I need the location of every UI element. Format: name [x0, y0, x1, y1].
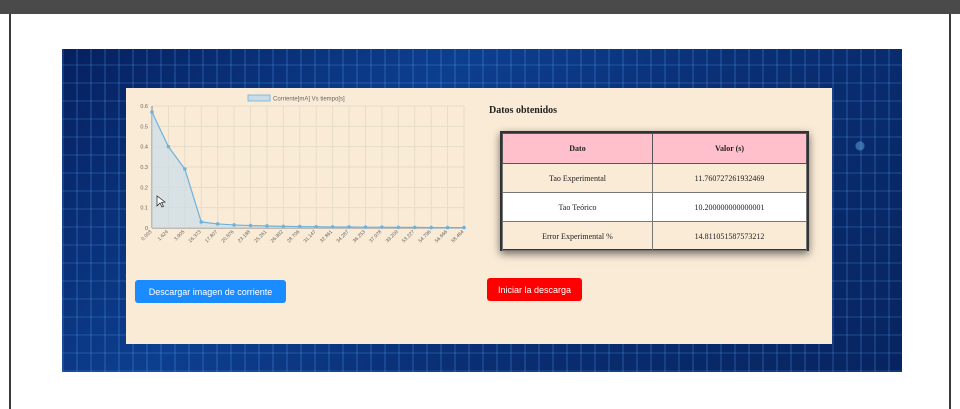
x-tick-label: 26.992: [270, 229, 285, 244]
results-table-box: Dato Valor (s) Tao Experimental 11.76072…: [500, 131, 809, 251]
data-point: [265, 224, 269, 228]
x-tick-label: 20.876: [220, 229, 235, 244]
header-dato: Dato: [502, 133, 653, 164]
x-tick-label: 1.624: [157, 229, 170, 242]
x-tick-label: 36.253: [352, 229, 367, 244]
row-value: 14.811051587573212: [652, 221, 807, 251]
legend-swatch: [247, 94, 271, 102]
chart-svg: 00.10.20.30.40.50.60.003 1.624 3.905 16.373…: [140, 94, 466, 244]
data-point: [445, 225, 450, 230]
data-point: [363, 225, 368, 229]
x-tick-label: 54.796: [418, 229, 433, 244]
header-valor: Valor (s): [652, 133, 807, 164]
x-tick-label: 56.666: [434, 229, 449, 244]
table-row: Tao Experimental 11.760727261932469: [502, 163, 807, 193]
x-tick-label: 0.003: [140, 229, 153, 242]
start-download-button[interactable]: Iniciar la descarga: [487, 278, 582, 301]
data-point: [396, 225, 401, 230]
row-value: 11.760727261932469: [652, 163, 807, 193]
data-point: [412, 225, 417, 230]
data-point: [429, 225, 433, 230]
x-tick-label: 32.861: [319, 229, 334, 244]
x-tick-label: 37.978: [368, 229, 383, 244]
data-point: [380, 225, 384, 229]
x-tick-label: 58.464: [450, 229, 465, 244]
x-tick-label: 17.807: [204, 229, 219, 244]
row-label: Tao Experimental: [502, 163, 653, 193]
x-tick-label: 31.147: [303, 229, 318, 244]
data-point: [314, 224, 319, 229]
download-image-button[interactable]: Descargar imagen de corriente: [135, 280, 286, 303]
x-tick-label: 34.287: [335, 229, 350, 244]
row-value: 10.200000000000001: [652, 192, 807, 222]
y-tick-label: 0.5: [140, 124, 148, 130]
data-point: [347, 225, 351, 229]
data-point: [150, 110, 154, 114]
x-tick-label: 16.373: [188, 229, 203, 244]
x-tick-label: 53.227: [401, 229, 416, 244]
top-bar: [0, 0, 960, 14]
y-tick-label: 0.6: [140, 104, 148, 110]
x-tick-label: 25.261: [253, 229, 268, 244]
info-title: Datos obtenidos: [489, 105, 558, 116]
data-point: [281, 224, 286, 229]
table-row: Error Experimental % 14.811051587573212: [502, 221, 807, 251]
x-tick-label: 28.706: [286, 229, 301, 244]
row-label: Error Experimental %: [502, 221, 653, 251]
data-point: [183, 167, 187, 171]
data-point: [199, 220, 204, 224]
series-area: [152, 112, 464, 228]
data-point: [462, 225, 466, 230]
data-point: [232, 223, 236, 227]
row-label: Tao Teórico: [502, 192, 653, 222]
x-tick-label: 3.905: [173, 229, 186, 242]
x-tick-label: 23.188: [237, 229, 252, 244]
x-tick-label: 39.209: [385, 229, 400, 244]
y-tick-label: 0.4: [140, 145, 148, 151]
current-chart: 0 0.1 0.2 0.3 0.4 0.5 0.6 0.003 1.624 3.905 16.373…: [130, 92, 470, 262]
data-point: [248, 223, 253, 228]
results-table: Dato Valor (s) Tao Experimental 11.76072…: [502, 133, 807, 251]
y-tick-label: 0.2: [140, 185, 148, 191]
data-point: [166, 144, 171, 149]
y-tick-label: 0.1: [140, 206, 148, 212]
data-point: [215, 222, 220, 226]
table-header-row: Dato Valor (s): [502, 133, 807, 164]
y-tick-label: 0.3: [140, 165, 148, 171]
legend-label: Corriente[mA] Vs tiempo[s]: [273, 97, 345, 103]
series-line: [151, 111, 464, 229]
table-row: Tao Teórico 10.200000000000001: [502, 192, 807, 222]
data-point: [330, 225, 335, 229]
data-point: [297, 224, 302, 229]
